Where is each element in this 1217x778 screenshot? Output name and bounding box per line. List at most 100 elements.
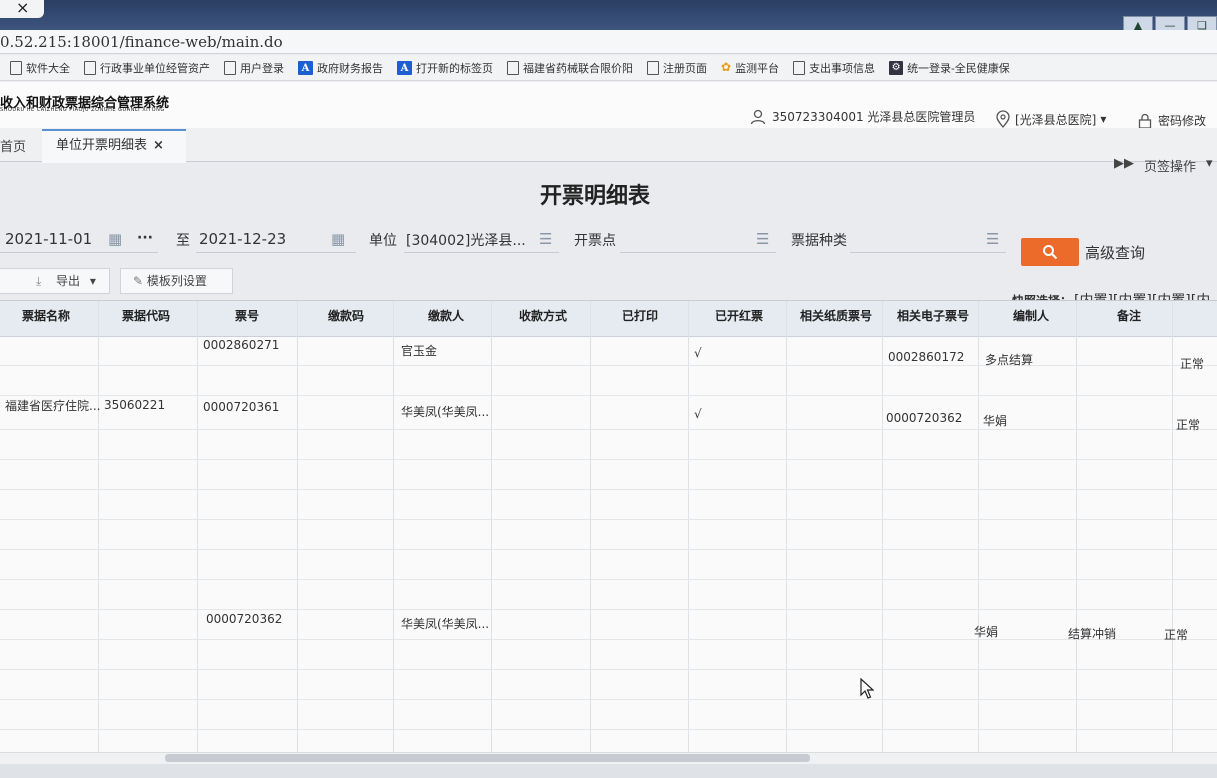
column-header[interactable]: 备注: [1117, 307, 1141, 324]
search-button[interactable]: [1021, 238, 1079, 266]
cell-payer: 华美凤(华美凤...: [401, 405, 490, 419]
cell-red-invoice: √: [694, 346, 702, 360]
bookmark-item[interactable]: 行政事业单位经管资产: [84, 60, 210, 76]
bookmark-item[interactable]: 支出事项信息: [793, 60, 875, 76]
a-icon: A: [397, 60, 412, 75]
bookmark-label: 用户登录: [240, 61, 284, 75]
template-column-settings-button[interactable]: ✎ 模板列设置: [120, 268, 233, 294]
caret-down-icon: ▾: [1206, 156, 1213, 171]
flower-icon: ✿: [721, 60, 732, 74]
bookmark-label: 软件大全: [26, 61, 70, 75]
tab-unit-invoice-detail[interactable]: 单位开票明细表 ×: [42, 129, 186, 163]
export-button[interactable]: ⤓ 导出 ▾: [0, 268, 110, 294]
caret-down-icon: ▾: [1100, 112, 1107, 126]
table-header: 票据名称 票据代码 票号 缴款码 缴款人 收款方式 已打印 已开红票 相关纸质票…: [0, 301, 1217, 337]
edit-icon: ✎: [133, 274, 144, 288]
invoice-detail-table: 票据名称 票据代码 票号 缴款码 缴款人 收款方式 已打印 已开红票 相关纸质票…: [0, 300, 1217, 759]
tab-operations[interactable]: ▶▶ 页签操作 ▾: [1114, 156, 1213, 175]
tab-label: 单位开票明细表: [56, 138, 148, 153]
bookmark-item[interactable]: A 打开新的标签页: [397, 60, 493, 76]
column-header[interactable]: 已打印: [622, 307, 658, 324]
close-icon[interactable]: ×: [153, 138, 164, 153]
bookmark-item[interactable]: ✿ 监测平台: [721, 60, 779, 76]
cell-creator: 多点结算: [985, 353, 1034, 367]
column-header[interactable]: 编制人: [1013, 307, 1049, 324]
bookmark-item[interactable]: ⚙ 统一登录-全民健康保: [889, 60, 1010, 76]
column-header[interactable]: 相关电子票号: [897, 307, 969, 324]
bookmark-label: 打开新的标签页: [416, 61, 493, 75]
column-header[interactable]: 票据名称: [22, 307, 70, 324]
bookmark-label: 支出事项信息: [809, 61, 876, 75]
bookmark-item[interactable]: 用户登录: [224, 60, 284, 76]
scrollbar-thumb[interactable]: [165, 754, 810, 762]
column-header[interactable]: 收款方式: [519, 307, 567, 324]
list-icon[interactable]: ☰: [756, 230, 769, 248]
cell-code: 35060221: [104, 398, 166, 412]
cell-number: 0000720362: [206, 612, 283, 626]
cell-creator: 华娟: [983, 414, 1008, 428]
status-strip: [0, 764, 1217, 778]
calendar-icon[interactable]: ▦: [331, 230, 345, 248]
bookmark-item[interactable]: 福建省药械联合限价阳: [507, 60, 633, 76]
export-label: 导出: [56, 274, 81, 288]
tab-home[interactable]: 首页: [0, 136, 26, 155]
page-icon: [507, 60, 519, 75]
page-icon: [224, 60, 236, 75]
unit-select[interactable]: [304002]光泽县...: [406, 230, 526, 250]
advanced-query-link[interactable]: 高级查询: [1085, 242, 1145, 263]
unit-label: 单位: [369, 233, 397, 249]
bill-type-label: 票据种类: [791, 233, 847, 249]
page-icon: [793, 60, 806, 75]
list-icon[interactable]: ☰: [986, 230, 999, 248]
bookmark-label: 统一登录-全民健康保: [907, 61, 1010, 75]
cell-payer: 华美凤(华美凤...: [401, 617, 490, 631]
column-header[interactable]: 已开红票: [715, 307, 763, 324]
list-icon[interactable]: ☰: [539, 230, 552, 248]
download-icon: ⤓: [36, 274, 42, 288]
mouse-cursor-icon: [860, 678, 874, 699]
org-selector[interactable]: [光泽县总医院] ▾: [995, 110, 1106, 128]
column-header[interactable]: 相关纸质票号: [800, 307, 872, 324]
user-name: 350723304001 光泽县总医院管理员: [772, 110, 976, 124]
cell-status: 正常: [1164, 628, 1189, 642]
user-info[interactable]: 350723304001 光泽县总医院管理员: [750, 108, 975, 125]
page-icon: [84, 60, 96, 75]
bookmark-label: 福建省药械联合限价阳: [523, 61, 633, 75]
password-change-label: 密码修改: [1158, 114, 1207, 128]
more-button[interactable]: ···: [137, 230, 153, 246]
column-header[interactable]: 票据代码: [122, 307, 170, 324]
page-icon: [647, 60, 659, 75]
browser-tab-close[interactable]: ×: [0, 0, 44, 18]
fast-forward-icon[interactable]: ▶▶: [1114, 156, 1134, 175]
column-header[interactable]: 缴款人: [428, 307, 464, 324]
cell-e-number: 0000720362: [886, 411, 963, 425]
password-change-link[interactable]: 密码修改: [1138, 112, 1206, 129]
bookmark-label: 政府财务报告: [317, 61, 383, 75]
cell-number: 0002860271: [203, 338, 280, 352]
cell-status: 正常: [1176, 418, 1201, 432]
issue-point-label: 开票点: [574, 233, 616, 249]
bookmarks-bar: 软件大全 行政事业单位经管资产 用户登录 A 政府财务报告 A 打开新的标签页 福建…: [0, 55, 1217, 81]
bookmark-item[interactable]: 注册页面: [647, 60, 707, 76]
date-from-input[interactable]: 2021-11-01: [5, 230, 92, 248]
cell-remark: 结算冲销: [1068, 627, 1117, 641]
caret-down-icon: ▾: [89, 274, 96, 288]
bookmark-item[interactable]: 软件大全: [10, 60, 70, 76]
cell-name: 福建省医疗住院...: [5, 399, 101, 413]
bookmark-label: 行政事业单位经管资产: [100, 61, 210, 75]
column-header[interactable]: 缴款码: [328, 307, 364, 324]
column-header[interactable]: 票号: [235, 307, 259, 324]
address-bar[interactable]: 0.52.215:18001/finance-web/main.do: [0, 30, 1217, 54]
calendar-icon[interactable]: ▦: [108, 230, 122, 248]
date-to-input[interactable]: 2021-12-23: [199, 230, 286, 248]
page-title: 开票明细表: [539, 184, 650, 209]
browser-titlebar: [0, 0, 1217, 30]
cell-creator: 华娟: [974, 625, 999, 639]
to-label: 至: [176, 233, 190, 249]
cell-number: 0000720361: [203, 400, 280, 414]
cell-red-invoice: √: [694, 407, 702, 421]
bookmark-item[interactable]: A 政府财务报告: [298, 60, 383, 76]
bookmark-label: 监测平台: [735, 61, 780, 75]
lock-icon: [1138, 113, 1152, 129]
cell-payer: 官玉金: [401, 344, 438, 358]
